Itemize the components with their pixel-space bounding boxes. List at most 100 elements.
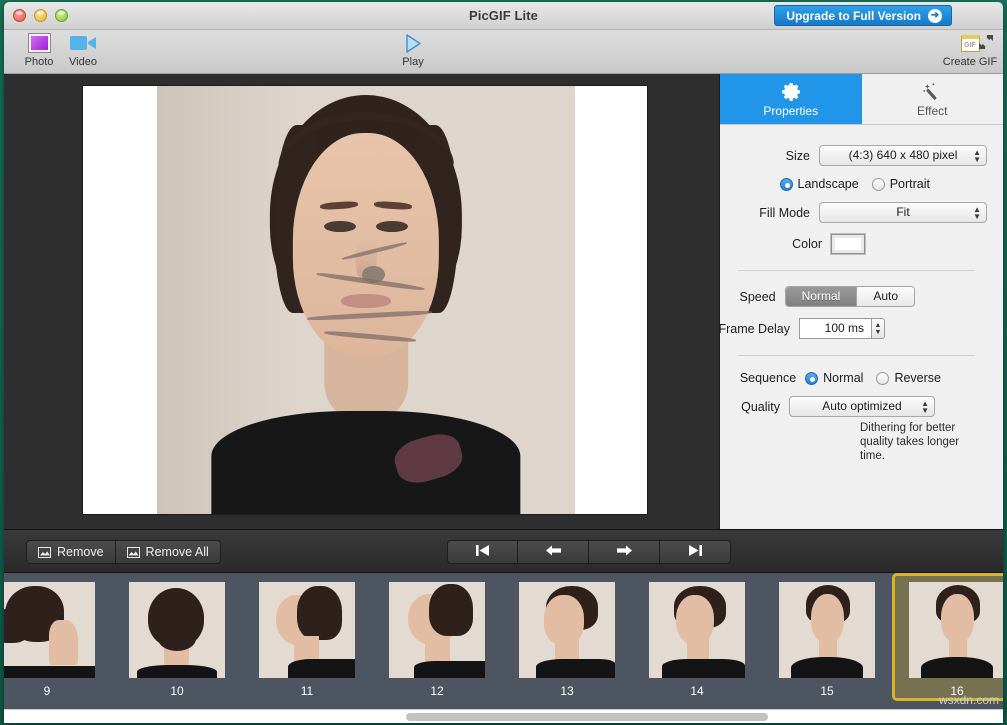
tab-effect-label: Effect bbox=[917, 104, 947, 118]
thumbnail-image bbox=[519, 582, 615, 678]
site-watermark: wsxdn.com bbox=[939, 693, 999, 707]
speed-label: Speed bbox=[739, 290, 775, 304]
remove-all-button[interactable]: Remove All bbox=[116, 540, 221, 564]
radio-portrait-dot bbox=[872, 178, 885, 191]
speed-segmented-control[interactable]: Normal Auto bbox=[785, 286, 915, 307]
next-frame-button[interactable] bbox=[589, 540, 660, 564]
image-icon bbox=[127, 547, 140, 558]
speed-option-normal[interactable]: Normal bbox=[786, 287, 857, 306]
size-value: (4:3) 640 x 480 pixel bbox=[849, 148, 958, 162]
image-icon bbox=[38, 547, 51, 558]
gif-canvas[interactable] bbox=[83, 86, 647, 514]
preview-stage bbox=[4, 74, 719, 529]
video-label: Video bbox=[56, 56, 110, 68]
fill-mode-row: Fill Mode Fit ▲▼ bbox=[720, 202, 987, 223]
arrow-right-icon bbox=[615, 543, 634, 561]
tab-effect[interactable]: Effect bbox=[862, 74, 1004, 124]
upgrade-button[interactable]: Upgrade to Full Version ➜ bbox=[774, 5, 952, 26]
panel-tabs: Properties Effect bbox=[720, 74, 1003, 125]
remove-all-label: Remove All bbox=[146, 545, 209, 559]
radio-sequence-reverse-label: Reverse bbox=[894, 371, 941, 385]
color-well[interactable] bbox=[831, 234, 865, 254]
thumbnail-image bbox=[779, 582, 875, 678]
previous-frame-button[interactable] bbox=[518, 540, 589, 564]
arrow-right-icon: ➜ bbox=[928, 9, 942, 23]
quality-row: Quality Auto optimized ▲▼ bbox=[720, 396, 987, 417]
quality-select[interactable]: Auto optimized ▲▼ bbox=[789, 396, 935, 417]
thumbnail-image bbox=[4, 582, 95, 678]
thumbnail-number: 14 bbox=[690, 684, 703, 698]
radio-landscape-label: Landscape bbox=[798, 177, 859, 191]
quality-label: Quality bbox=[741, 400, 780, 414]
fill-mode-label: Fill Mode bbox=[759, 206, 810, 220]
frame-delay-row: Frame Delay 100 ms ▲▼ bbox=[720, 318, 987, 339]
radio-landscape[interactable]: Landscape bbox=[780, 177, 859, 191]
thumbnail-number: 13 bbox=[560, 684, 573, 698]
thumbnail-number: 9 bbox=[44, 684, 51, 698]
sequence-row: Sequence Normal Reverse bbox=[720, 371, 987, 385]
thumbnail-15[interactable]: 15 bbox=[762, 573, 892, 701]
thumbnail-image bbox=[649, 582, 745, 678]
thumbnail-12[interactable]: 12 bbox=[372, 573, 502, 701]
tab-properties-label: Properties bbox=[763, 104, 818, 118]
remove-button-group: Remove Remove All bbox=[26, 540, 221, 564]
remove-button[interactable]: Remove bbox=[26, 540, 116, 564]
radio-sequence-normal-dot bbox=[805, 372, 818, 385]
play-label: Play bbox=[386, 56, 440, 68]
content-area: Properties Effect bbox=[4, 74, 1003, 529]
size-row: Size (4:3) 640 x 480 pixel ▲▼ bbox=[720, 145, 987, 166]
properties-panel: Properties Effect bbox=[719, 74, 1003, 529]
thumbnail-9[interactable]: 9 bbox=[4, 573, 112, 701]
thumbnail-13[interactable]: 13 bbox=[502, 573, 632, 701]
video-button[interactable]: Video bbox=[56, 31, 110, 68]
fullscreen-icon[interactable] bbox=[978, 34, 994, 50]
divider-1 bbox=[738, 270, 975, 271]
thumbnail-image bbox=[909, 582, 1003, 678]
thumbnail-number: 12 bbox=[430, 684, 443, 698]
frame-delay-input[interactable]: 100 ms bbox=[799, 318, 871, 339]
filmstrip-scrollbar[interactable] bbox=[4, 709, 1003, 723]
frame-delay-stepper[interactable]: ▲▼ bbox=[871, 318, 885, 339]
thumbnail-list: 9 10 bbox=[4, 573, 1003, 701]
orientation-row: Landscape Portrait bbox=[720, 177, 987, 191]
create-gif-label: Create GIF bbox=[939, 56, 1001, 68]
video-icon bbox=[56, 31, 110, 55]
radio-sequence-normal-label: Normal bbox=[823, 371, 863, 385]
thumbnail-11[interactable]: 11 bbox=[242, 573, 372, 701]
chevron-updown-icon: ▲▼ bbox=[973, 206, 981, 220]
frame-nav-group bbox=[447, 540, 731, 564]
speed-option-auto[interactable]: Auto bbox=[856, 287, 914, 306]
color-label: Color bbox=[792, 237, 822, 251]
sequence-label: Sequence bbox=[740, 371, 796, 385]
color-row: Color bbox=[720, 234, 987, 254]
last-frame-button[interactable] bbox=[660, 540, 731, 564]
fill-mode-select[interactable]: Fit ▲▼ bbox=[819, 202, 987, 223]
scrollbar-thumb[interactable] bbox=[406, 713, 768, 721]
panel-body: Size (4:3) 640 x 480 pixel ▲▼ Landscape bbox=[720, 125, 1003, 463]
portrait-illustration bbox=[157, 86, 575, 514]
size-label: Size bbox=[786, 149, 810, 163]
radio-portrait-label: Portrait bbox=[890, 177, 930, 191]
quality-hint: Dithering for better quality takes longe… bbox=[860, 421, 987, 463]
radio-sequence-reverse[interactable]: Reverse bbox=[876, 371, 941, 385]
current-frame-image bbox=[157, 86, 575, 514]
fill-mode-value: Fit bbox=[896, 205, 909, 219]
speed-row: Speed Normal Auto bbox=[720, 286, 987, 307]
first-frame-button[interactable] bbox=[447, 540, 518, 564]
desktop-background: PicGIF Lite Upgrade to Full Version ➜ Ph… bbox=[0, 0, 1007, 725]
thumbnail-10[interactable]: 10 bbox=[112, 573, 242, 701]
chevron-updown-icon: ▲▼ bbox=[921, 400, 929, 414]
filmstrip-toolbar: Remove Remove All bbox=[4, 529, 1003, 573]
thumbnail-14[interactable]: 14 bbox=[632, 573, 762, 701]
thumbnail-16[interactable]: 16 bbox=[892, 573, 1003, 701]
upgrade-label: Upgrade to Full Version bbox=[786, 9, 921, 23]
tab-properties[interactable]: Properties bbox=[720, 74, 862, 124]
thumbnail-image bbox=[129, 582, 225, 678]
size-select[interactable]: (4:3) 640 x 480 pixel ▲▼ bbox=[819, 145, 987, 166]
radio-sequence-normal[interactable]: Normal bbox=[805, 371, 863, 385]
thumbnail-number: 10 bbox=[170, 684, 183, 698]
radio-portrait[interactable]: Portrait bbox=[872, 177, 930, 191]
main-toolbar: Photo Video Play bbox=[4, 30, 1003, 74]
thumbnail-number: 15 bbox=[820, 684, 833, 698]
play-button[interactable]: Play bbox=[386, 31, 440, 68]
